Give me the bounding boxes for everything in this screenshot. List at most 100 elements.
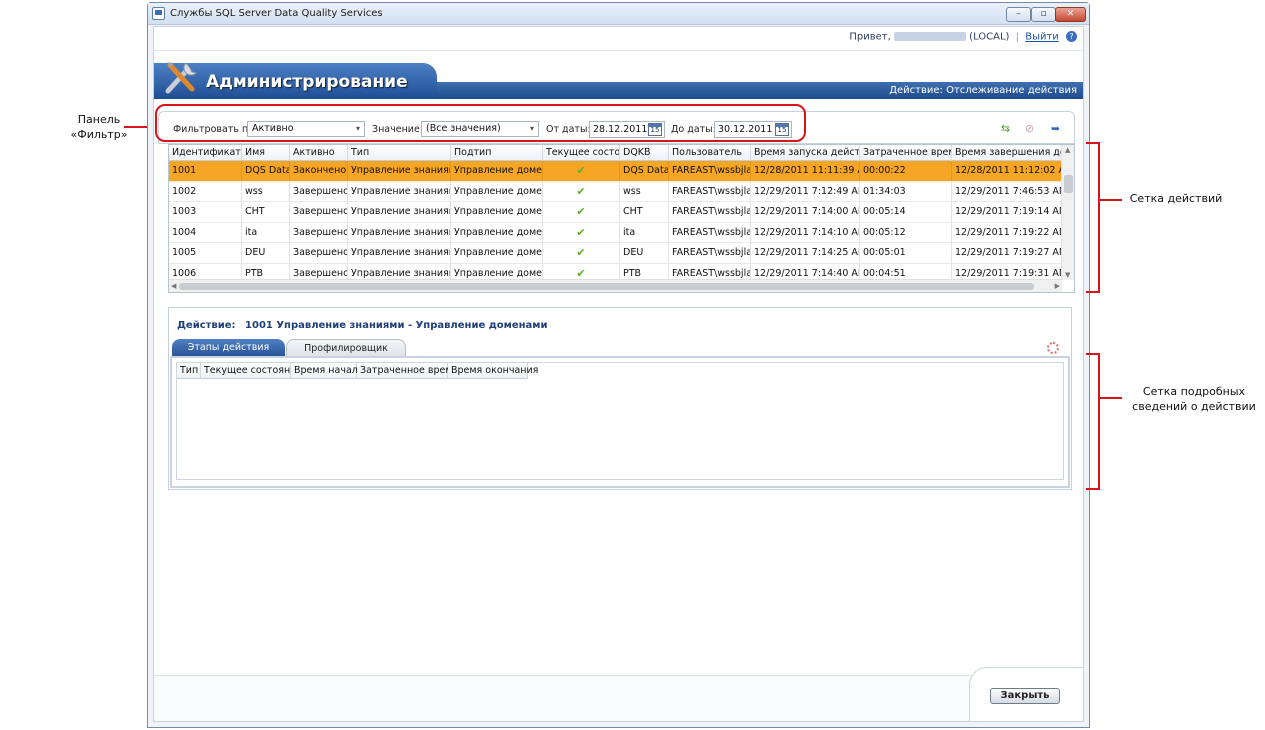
- scroll-right-icon[interactable]: ▶: [1055, 282, 1060, 290]
- close-window-button[interactable]: ✕: [1055, 7, 1086, 22]
- tools-icon: [165, 62, 197, 94]
- maximize-button[interactable]: ▫: [1031, 7, 1056, 22]
- col-header-active[interactable]: Активно: [290, 145, 348, 161]
- cell-id: 1003: [169, 202, 242, 222]
- annotation-detail-connector: [1100, 397, 1122, 399]
- help-icon[interactable]: ?: [1066, 31, 1077, 42]
- cell-active: Завершено: [290, 181, 348, 202]
- logout-link[interactable]: Выйти: [1025, 32, 1059, 43]
- stop-icon[interactable]: ⊘: [1023, 123, 1036, 135]
- status-check-icon: ✔: [543, 243, 620, 263]
- vertical-scroll-thumb[interactable]: [1064, 175, 1073, 193]
- cell-type: Управление знаниями: [348, 181, 451, 202]
- cell-type: Управление знаниями: [348, 243, 451, 263]
- cell-end: 12/29/2011 7:19:27 AM: [955, 247, 1062, 258]
- annotation-detail-grid: Сетка подробных сведений о действии: [1124, 384, 1264, 414]
- activity-grid-bracket-top: [1086, 142, 1100, 144]
- scroll-left-icon[interactable]: ◀: [171, 282, 176, 290]
- table-row[interactable]: 1002wssЗавершеноУправление знаниямиУправ…: [169, 181, 1062, 202]
- title-bar[interactable]: Службы SQL Server Data Quality Services …: [148, 3, 1089, 25]
- table-row[interactable]: 1003CHTЗавершеноУправление знаниямиУправ…: [169, 202, 1062, 223]
- tab-activity-steps[interactable]: Этапы действия: [172, 339, 285, 356]
- page-title: Администрирование: [206, 72, 408, 92]
- tab-profiler[interactable]: Профилировщик: [286, 339, 406, 356]
- cell-name: CHT: [242, 202, 290, 222]
- cell-subtype: Управление доменами: [451, 161, 543, 181]
- cell-elapsed: 00:05:01: [860, 243, 952, 263]
- status-check-icon: ✔: [543, 202, 620, 222]
- vertical-scrollbar[interactable]: ▲ ▼: [1061, 145, 1074, 280]
- cell-end: 12/28/2011 11:12:02 AM: [955, 165, 1062, 176]
- activity-detail-panel: Действие: 1001 Управление знаниями - Упр…: [168, 307, 1072, 490]
- col-header-id[interactable]: Идентификатор: [169, 145, 242, 161]
- activity-grid-bracket-bottom: [1086, 291, 1100, 293]
- col-header-subtype[interactable]: Подтип: [451, 145, 543, 161]
- detail-grid: Тип Текущее состояние Время начала Затра…: [176, 362, 1064, 480]
- col-header-end[interactable]: Время завершения действия: [952, 145, 1062, 161]
- detail-col-start[interactable]: Время начала: [291, 363, 364, 379]
- col-header-user[interactable]: Пользователь: [669, 145, 751, 161]
- cell-dqkb: ita: [620, 222, 669, 243]
- window-title: Службы SQL Server Data Quality Services: [170, 8, 383, 19]
- banner-tab: Администрирование: [154, 62, 437, 99]
- cell-start: 12/29/2011 7:14:25 AM: [751, 243, 860, 263]
- cell-id: 1001: [169, 161, 242, 181]
- userbar-separator: |: [1015, 31, 1020, 43]
- cell-name: ita: [242, 222, 290, 243]
- cell-dqkb: DQS Data: [620, 161, 669, 181]
- table-row[interactable]: 1005DEUЗавершеноУправление знаниямиУправ…: [169, 243, 1062, 264]
- cell-start: 12/29/2011 7:12:49 AM: [751, 181, 860, 202]
- col-header-dqkb[interactable]: DQKB: [620, 145, 669, 161]
- cell-end: 12/29/2011 7:19:22 AM: [955, 226, 1062, 238]
- annotation-filter-line1: Панель: [77, 113, 121, 126]
- scroll-down-icon[interactable]: ▼: [1065, 271, 1070, 279]
- cell-dqkb: wss: [620, 181, 669, 202]
- refresh-icon[interactable]: ⇆: [999, 123, 1012, 135]
- detail-col-elapsed[interactable]: Затраченное время: [357, 363, 458, 379]
- server-name: (LOCAL): [969, 31, 1010, 43]
- greeting-text: Привет,: [849, 31, 891, 43]
- minimize-button[interactable]: –: [1006, 7, 1031, 22]
- horizontal-scrollbar[interactable]: ◀ ▶: [169, 279, 1062, 292]
- horizontal-scroll-thumb[interactable]: [179, 283, 1034, 290]
- col-header-type[interactable]: Тип: [348, 145, 451, 161]
- cell-dqkb: DEU: [620, 243, 669, 263]
- detail-title-value: 1001 Управление знаниями - Управление до…: [245, 320, 548, 331]
- table-row[interactable]: 1001DQS DataЗаконченоУправление знаниями…: [169, 161, 1062, 182]
- cell-end: 12/29/2011 7:19:14 AM: [955, 206, 1062, 217]
- cell-active: Закончено: [290, 161, 348, 181]
- status-check-icon: ✔: [543, 222, 620, 243]
- col-header-name[interactable]: Имя: [242, 145, 290, 161]
- detail-col-end[interactable]: Время окончания: [448, 363, 538, 379]
- col-header-elapsed[interactable]: Затраченное время: [860, 145, 952, 161]
- detail-grid-frame: Тип Текущее состояние Время начала Затра…: [170, 356, 1070, 488]
- cell-type: Управление знаниями: [348, 222, 451, 243]
- cell-active: Завершено: [290, 243, 348, 263]
- export-icon[interactable]: ➥: [1049, 123, 1062, 135]
- cell-type: Управление знаниями: [348, 202, 451, 222]
- cell-subtype: Управление доменами: [451, 222, 543, 243]
- bottom-bar: [154, 675, 1083, 721]
- cell-user: FAREAST\wssbjlab: [669, 202, 751, 222]
- cell-id: 1002: [169, 181, 242, 202]
- table-row[interactable]: 1004itaЗавершеноУправление знаниямиУправ…: [169, 222, 1062, 243]
- annotation-activity-connector: [1100, 199, 1122, 201]
- col-header-state[interactable]: Текущее состояние: [543, 145, 620, 161]
- cell-start: 12/28/2011 11:11:39 AM: [751, 161, 860, 181]
- user-bar: Привет, (LOCAL) | Выйти ?: [849, 31, 1077, 45]
- detail-col-state[interactable]: Текущее состояние: [201, 363, 302, 379]
- scroll-up-icon[interactable]: ▲: [1065, 146, 1070, 154]
- close-button[interactable]: Закрыть: [990, 688, 1060, 704]
- detail-col-type[interactable]: Тип: [177, 363, 201, 379]
- col-header-start[interactable]: Время запуска действия: [751, 145, 860, 161]
- loading-spinner-icon: [1047, 342, 1059, 354]
- banner-action-label: Действие: Отслеживание действия: [889, 85, 1077, 96]
- detail-grid-bracket-bottom: [1086, 488, 1100, 490]
- activity-grid-header: Идентификатор Имя Активно Тип Подтип Тек…: [169, 145, 1062, 161]
- cell-elapsed: 00:00:22: [860, 161, 952, 181]
- annotation-detail-line1: Сетка подробных: [1142, 385, 1246, 398]
- cell-user: FAREAST\wssbjlab: [669, 243, 751, 263]
- annotation-detail-line2: сведений о действии: [1132, 400, 1256, 413]
- cell-id: 1005: [169, 243, 242, 263]
- cell-id: 1004: [169, 222, 242, 243]
